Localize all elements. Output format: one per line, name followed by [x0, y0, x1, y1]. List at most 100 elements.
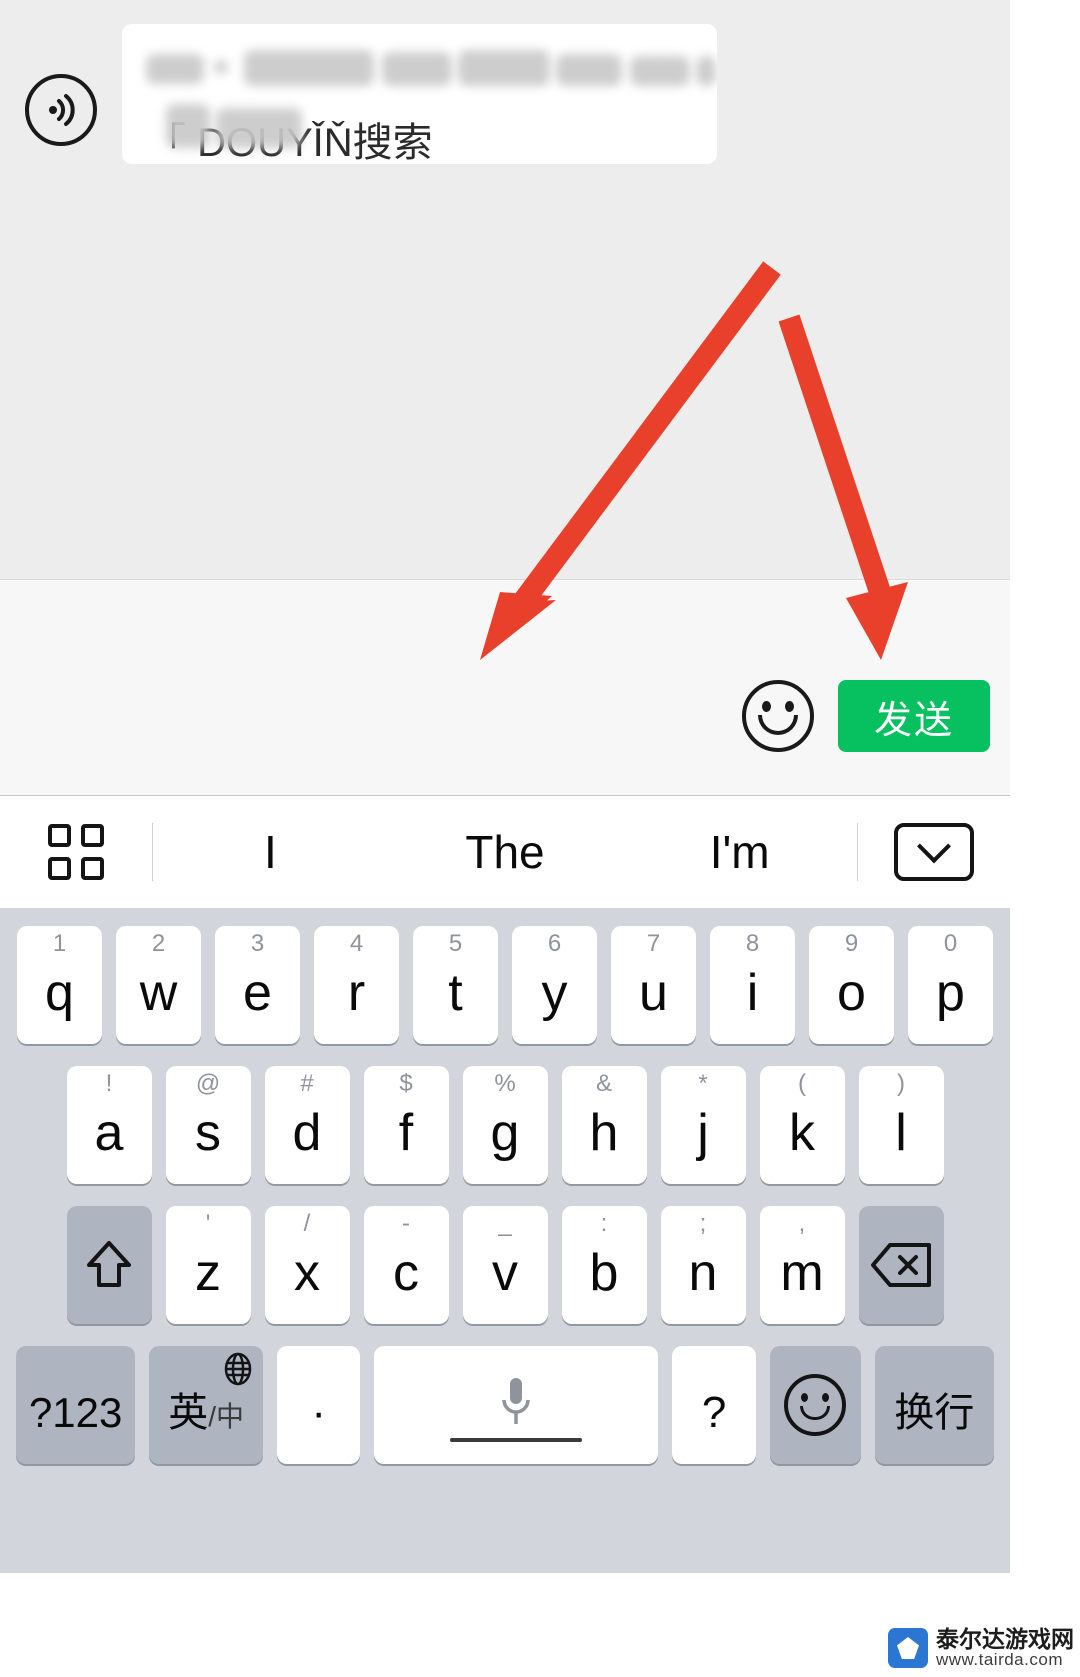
key-main-label: l — [895, 1104, 907, 1162]
key-x[interactable]: / x — [264, 1206, 350, 1324]
key-main-label: d — [292, 1104, 322, 1162]
key-main-label: k — [789, 1104, 815, 1162]
send-button[interactable]: 发送 — [838, 680, 990, 752]
key-main-label: m — [780, 1244, 824, 1302]
key-sub-label: @ — [195, 1070, 221, 1097]
newline-key-label: 换行 — [894, 1391, 975, 1435]
voice-input-button[interactable] — [25, 74, 97, 146]
key-p[interactable]: 0p — [908, 926, 993, 1044]
key-w[interactable]: 2w — [116, 926, 201, 1044]
key-d[interactable]: # d — [264, 1066, 350, 1184]
key-main-label: u — [639, 964, 668, 1022]
key-z[interactable]: ' z — [165, 1206, 251, 1324]
key-r[interactable]: 4r — [314, 926, 399, 1044]
key-sub-label: ; — [699, 1210, 707, 1237]
key-sub-label: # — [300, 1070, 314, 1097]
screenshot-root: 「 DOUYǏŇ搜索 发送 I The I'm — [0, 0, 1080, 1677]
key-main-label: x — [294, 1244, 320, 1302]
key-o[interactable]: 9o — [809, 926, 894, 1044]
space-key-line — [450, 1438, 583, 1442]
key-main-label: j — [697, 1104, 709, 1162]
key-i[interactable]: 8i — [710, 926, 795, 1044]
key-k[interactable]: (k — [759, 1066, 845, 1184]
key-l[interactable]: ) l — [858, 1066, 944, 1184]
key-a[interactable]: ! a — [66, 1066, 152, 1184]
emoji-picker-button[interactable] — [742, 680, 814, 752]
keyboard-row-2: ! a @ s # d $ f % g & h * j (k ) l — [0, 1066, 1010, 1184]
key-sub-label: ! — [105, 1070, 113, 1097]
microphone-icon — [502, 1378, 531, 1424]
globe-icon — [224, 1352, 252, 1386]
key-main-label: r — [347, 964, 366, 1022]
key-main-label: v — [492, 1244, 518, 1302]
key-main-label: e — [243, 964, 272, 1022]
key-main-label: w — [139, 964, 178, 1022]
key-h[interactable]: & h — [561, 1066, 647, 1184]
collapse-keyboard-button[interactable] — [858, 823, 1010, 881]
language-key-secondary: /中 — [208, 1401, 245, 1432]
key-e[interactable]: 3e — [215, 926, 300, 1044]
emoji-key[interactable] — [769, 1346, 861, 1464]
key-main-label: h — [589, 1104, 619, 1162]
suggestion-item-1[interactable]: The — [388, 825, 623, 879]
backspace-key[interactable] — [858, 1206, 944, 1324]
key-s[interactable]: @ s — [165, 1066, 251, 1184]
key-y[interactable]: 6y — [512, 926, 597, 1044]
key-sub-label: 5 — [448, 930, 463, 957]
key-c[interactable]: -c — [363, 1206, 449, 1324]
key-sub-label: 0 — [943, 930, 958, 957]
keyboard-row-1: 1q 2w 3e 4r 5t 6y 7u 8i 9o 0p — [0, 926, 1010, 1044]
key-t[interactable]: 5t — [413, 926, 498, 1044]
question-key[interactable]: ? — [672, 1346, 756, 1464]
key-b[interactable]: :b — [561, 1206, 647, 1324]
key-sub-label: 2 — [151, 930, 166, 957]
suggestion-item-2[interactable]: I'm — [622, 825, 857, 879]
language-key-primary: 英 — [168, 1391, 209, 1435]
suggestion-item-0[interactable]: I — [153, 825, 388, 879]
period-key-label: · — [311, 1388, 326, 1437]
key-sub-label: & — [595, 1070, 612, 1097]
key-main-label: t — [448, 964, 463, 1022]
keyboard-grid-button[interactable] — [0, 824, 152, 880]
key-q[interactable]: 1q — [17, 926, 102, 1044]
key-main-label: s — [195, 1104, 221, 1162]
key-v[interactable]: _ v — [462, 1206, 548, 1324]
suggestion-bar: I The I'm — [0, 797, 1010, 907]
key-m[interactable]: ,m — [759, 1206, 845, 1324]
newline-key[interactable]: 换行 — [874, 1346, 995, 1464]
chevron-down-box-icon — [894, 823, 974, 881]
key-sub-label: 1 — [52, 930, 67, 957]
period-key[interactable]: · — [276, 1346, 361, 1464]
grid-squares-icon — [48, 824, 104, 880]
watermark-text: 泰尔达游戏网 www.tairda.com — [936, 1627, 1074, 1669]
backspace-icon — [871, 1243, 931, 1287]
key-g[interactable]: % g — [462, 1066, 548, 1184]
watermark-logo-icon — [888, 1628, 928, 1668]
key-sub-label: $ — [399, 1070, 413, 1097]
key-sub-label: 9 — [844, 930, 859, 957]
key-main-label: b — [589, 1244, 619, 1302]
key-f[interactable]: $ f — [363, 1066, 449, 1184]
language-key-label: 英/中 — [168, 1393, 244, 1433]
space-key[interactable] — [374, 1346, 659, 1464]
virtual-keyboard: 1q 2w 3e 4r 5t 6y 7u 8i 9o 0p ! a @ s # d $… — [0, 908, 1010, 1573]
key-sub-label: ( — [798, 1070, 806, 1097]
key-n[interactable]: ; n — [660, 1206, 746, 1324]
key-u[interactable]: 7u — [611, 926, 696, 1044]
key-j[interactable]: * j — [660, 1066, 746, 1184]
keyboard-row-4: ?123 英/中 · ? 换行 — [0, 1346, 1010, 1464]
language-key[interactable]: 英/中 — [149, 1346, 263, 1464]
keyboard-row-3: ' z / x -c _ v :b ; n ,m — [0, 1206, 1010, 1324]
voice-wave-icon — [49, 94, 75, 126]
key-main-label: z — [195, 1244, 221, 1302]
key-sub-label: 6 — [547, 930, 562, 957]
key-main-label: y — [541, 964, 568, 1022]
shift-key[interactable] — [66, 1206, 152, 1324]
smiley-icon — [784, 1374, 847, 1436]
key-sub-label: _ — [498, 1210, 512, 1237]
numeric-key-label: ?123 — [28, 1389, 123, 1436]
message-text-input[interactable]: 「 DOUYǏŇ搜索 — [122, 24, 717, 164]
key-sub-label: ) — [897, 1070, 905, 1097]
numeric-key[interactable]: ?123 — [16, 1346, 136, 1464]
key-main-label: o — [837, 964, 866, 1022]
